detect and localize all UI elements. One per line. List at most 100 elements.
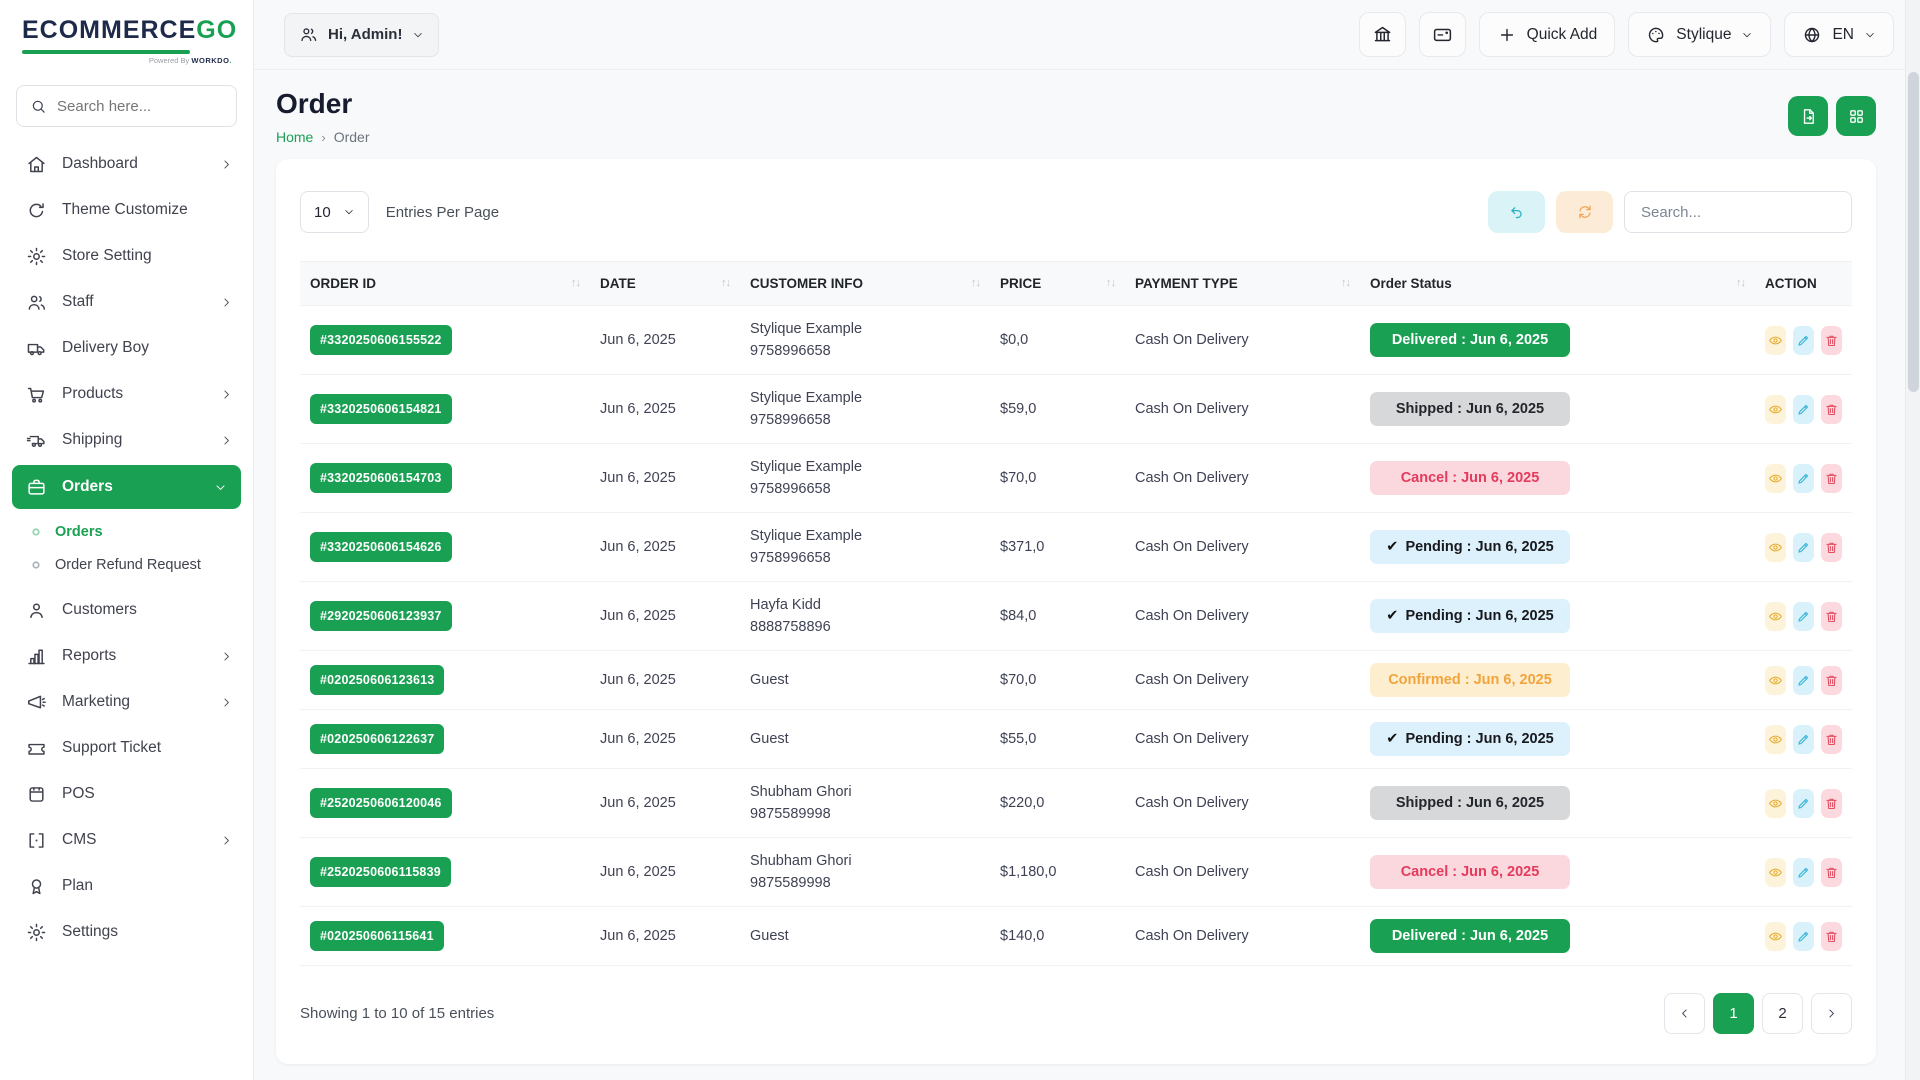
sidebar-item-marketing[interactable]: Marketing [0, 679, 253, 725]
palette-icon [1646, 25, 1666, 45]
delete-order-button[interactable] [1821, 666, 1842, 695]
edit-order-button[interactable] [1793, 922, 1814, 951]
refresh-button[interactable] [1556, 191, 1613, 233]
sidebar-item-staff[interactable]: Staff [0, 279, 253, 325]
table-controls-right [1488, 191, 1852, 233]
view-order-button[interactable] [1765, 602, 1786, 631]
email-templates-button[interactable] [1419, 12, 1466, 57]
delete-order-button[interactable] [1821, 395, 1842, 424]
check-icon: ✔ [1386, 731, 1398, 747]
sidebar-item-label: POS [62, 785, 95, 803]
order-id-badge[interactable]: #3320250606155522 [310, 325, 452, 355]
entries-per-page-select[interactable]: 10 [300, 191, 369, 233]
sidebar-item-products[interactable]: Products [0, 371, 253, 417]
undo-button[interactable] [1488, 191, 1545, 233]
storefront-button[interactable] [1359, 12, 1406, 57]
sidebar-item-settings[interactable]: Settings [0, 909, 253, 955]
sidebar-item-cms[interactable]: CMS [0, 817, 253, 863]
delete-order-button[interactable] [1821, 922, 1842, 951]
sidebar-subitem-orders[interactable]: Orders [0, 515, 253, 548]
export-button[interactable] [1788, 96, 1828, 136]
delete-order-button[interactable] [1821, 533, 1842, 562]
order-id-badge[interactable]: #020250606123613 [310, 665, 444, 695]
sidebar-subitem-order-refund-request[interactable]: Order Refund Request [0, 548, 253, 581]
delete-order-button[interactable] [1821, 725, 1842, 754]
view-order-button[interactable] [1765, 395, 1786, 424]
order-id-badge[interactable]: #3320250606154821 [310, 394, 452, 424]
status-cell: Cancel : Jun 6, 2025 [1360, 838, 1755, 907]
pagination-next-button[interactable] [1811, 993, 1852, 1034]
language-selector-button[interactable]: EN [1784, 12, 1894, 57]
sort-icon[interactable]: ↑↓ [721, 277, 730, 289]
sidebar-search[interactable] [16, 85, 237, 127]
sidebar-item-orders[interactable]: Orders [12, 465, 241, 509]
edit-order-button[interactable] [1793, 395, 1814, 424]
sort-icon[interactable]: ↑↓ [1341, 277, 1350, 289]
order-id-badge[interactable]: #020250606122637 [310, 724, 444, 754]
view-order-button[interactable] [1765, 858, 1786, 887]
sidebar-item-store-setting[interactable]: Store Setting [0, 233, 253, 279]
column-header-payment-type[interactable]: PAYMENT TYPE↑↓ [1125, 262, 1360, 306]
edit-order-button[interactable] [1793, 666, 1814, 695]
sort-icon[interactable]: ↑↓ [1106, 277, 1115, 289]
sidebar-item-customers[interactable]: Customers [0, 587, 253, 633]
sidebar-item-dashboard[interactable]: Dashboard [0, 141, 253, 187]
edit-order-button[interactable] [1793, 464, 1814, 493]
order-id-badge[interactable]: #2520250606120046 [310, 788, 452, 818]
order-id-badge[interactable]: #2920250606123937 [310, 601, 452, 631]
delete-order-button[interactable] [1821, 789, 1842, 818]
delete-order-button[interactable] [1821, 464, 1842, 493]
delete-order-button[interactable] [1821, 858, 1842, 887]
table-row: #2920250606123937Jun 6, 2025Hayfa Kidd88… [300, 582, 1852, 651]
view-order-button[interactable] [1765, 789, 1786, 818]
sidebar-item-reports[interactable]: Reports [0, 633, 253, 679]
view-order-button[interactable] [1765, 922, 1786, 951]
view-order-button[interactable] [1765, 666, 1786, 695]
pagination-prev-button[interactable] [1664, 993, 1705, 1034]
column-header-price[interactable]: PRICE↑↓ [990, 262, 1125, 306]
breadcrumb-home-link[interactable]: Home [276, 129, 313, 145]
sidebar-item-plan[interactable]: Plan [0, 863, 253, 909]
admin-menu-button[interactable]: Hi, Admin! [284, 13, 439, 57]
edit-order-button[interactable] [1793, 725, 1814, 754]
sidebar-item-support-ticket[interactable]: Support Ticket [0, 725, 253, 771]
pagination-page-2[interactable]: 2 [1762, 993, 1803, 1034]
column-header-customer-info[interactable]: CUSTOMER INFO↑↓ [740, 262, 990, 306]
grid-view-button[interactable] [1836, 96, 1876, 136]
theme-selector-button[interactable]: Stylique [1628, 12, 1771, 57]
column-header-date[interactable]: DATE↑↓ [590, 262, 740, 306]
order-id-badge[interactable]: #3320250606154703 [310, 463, 452, 493]
view-order-button[interactable] [1765, 533, 1786, 562]
edit-order-button[interactable] [1793, 602, 1814, 631]
app-logo[interactable]: ECOMMERCEGO Powered By WORKDO. [0, 0, 253, 71]
delete-order-button[interactable] [1821, 326, 1842, 355]
sort-icon[interactable]: ↑↓ [971, 277, 980, 289]
order-id-badge[interactable]: #3320250606154626 [310, 532, 452, 562]
sort-icon[interactable]: ↑↓ [1736, 277, 1745, 289]
table-search-input[interactable] [1624, 191, 1852, 233]
view-order-button[interactable] [1765, 326, 1786, 355]
edit-order-button[interactable] [1793, 533, 1814, 562]
sidebar-search-input[interactable] [57, 98, 223, 115]
delete-order-button[interactable] [1821, 602, 1842, 631]
column-header-order-status[interactable]: Order Status↑↓ [1360, 262, 1755, 306]
order-id-badge[interactable]: #020250606115641 [310, 921, 444, 951]
edit-order-button[interactable] [1793, 789, 1814, 818]
sort-icon[interactable]: ↑↓ [571, 277, 580, 289]
order-id-badge[interactable]: #2520250606115839 [310, 857, 451, 887]
sidebar-item-label: Customers [62, 601, 137, 619]
sidebar-item-delivery-boy[interactable]: Delivery Boy [0, 325, 253, 371]
view-order-button[interactable] [1765, 725, 1786, 754]
sidebar-item-pos[interactable]: POS [0, 771, 253, 817]
quick-add-button[interactable]: Quick Add [1479, 12, 1616, 57]
sidebar-item-shipping[interactable]: Shipping [0, 417, 253, 463]
date-cell: Jun 6, 2025 [590, 907, 740, 966]
pagination-page-1[interactable]: 1 [1713, 993, 1754, 1034]
edit-order-button[interactable] [1793, 326, 1814, 355]
column-header-order-id[interactable]: ORDER ID↑↓ [300, 262, 590, 306]
view-order-button[interactable] [1765, 464, 1786, 493]
sidebar-item-theme-customize[interactable]: Theme Customize [0, 187, 253, 233]
scrollbar[interactable] [1905, 0, 1920, 1080]
scrollbar-thumb[interactable] [1908, 72, 1919, 392]
edit-order-button[interactable] [1793, 858, 1814, 887]
